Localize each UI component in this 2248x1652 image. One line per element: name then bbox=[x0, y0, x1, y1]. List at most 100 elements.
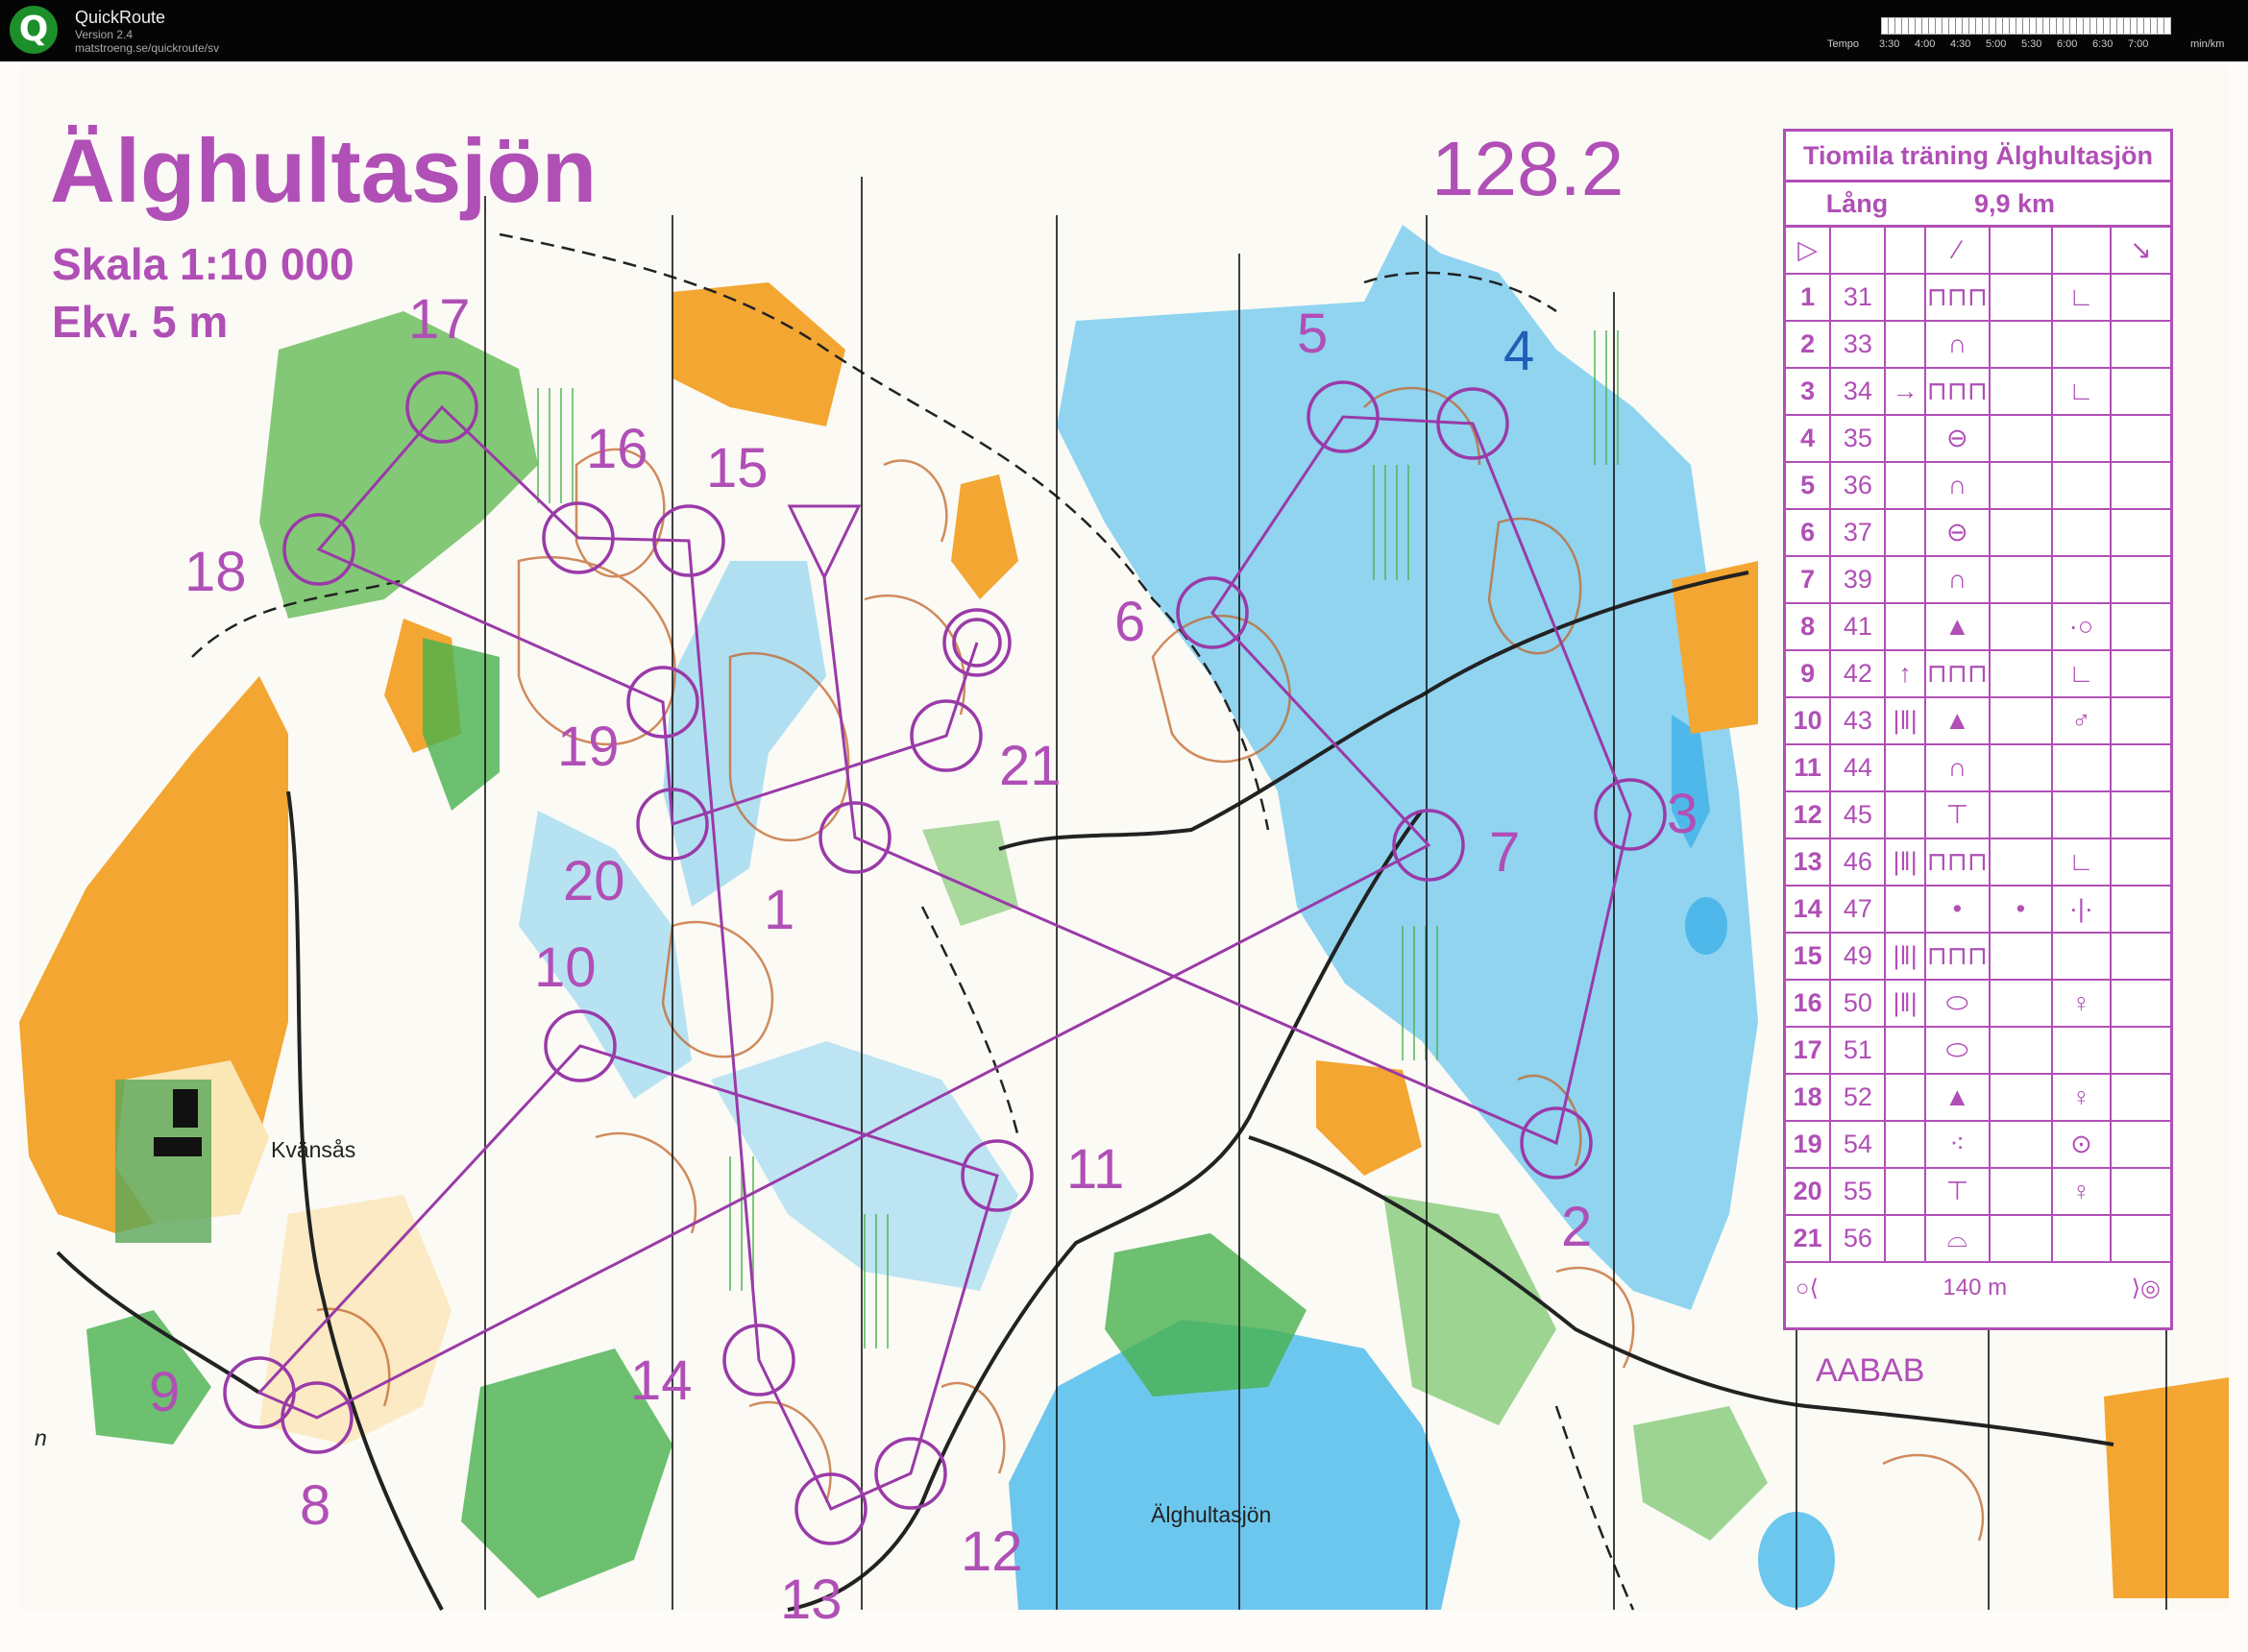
description-row: 4 35 ⊖ bbox=[1786, 416, 2170, 463]
description-cell-f: ⊤ bbox=[1926, 792, 1991, 838]
finish-distance: 140 m bbox=[1943, 1275, 2008, 1300]
description-cell-f: ⊖ bbox=[1926, 510, 1991, 555]
control-number-label: 4 bbox=[1503, 320, 1535, 382]
description-cell-h: ♀ bbox=[2053, 1169, 2112, 1214]
description-row: 5 36 ∩ bbox=[1786, 463, 2170, 510]
map-scale: Skala 1:10 000 bbox=[52, 239, 354, 289]
app-version: Version 2.4 bbox=[75, 28, 134, 41]
start-feature-icon: ⁄ bbox=[1926, 228, 1991, 273]
description-cell-h: ♀ bbox=[2053, 1075, 2112, 1120]
description-cell-c bbox=[1886, 604, 1926, 649]
description-cell-g bbox=[1991, 934, 2053, 979]
description-cell-h bbox=[2053, 463, 2112, 508]
tempo-tick: 6:00 bbox=[2057, 38, 2078, 50]
description-cell-g bbox=[1991, 839, 2053, 885]
description-cell-n: 16 bbox=[1786, 981, 1832, 1026]
control-number-label: 3 bbox=[1667, 783, 1698, 845]
description-cell-f: ⊤ bbox=[1926, 1169, 1991, 1214]
app-url[interactable]: matstroeng.se/quickroute/sv bbox=[75, 41, 219, 55]
description-cell-c bbox=[1886, 510, 1926, 555]
description-cell-h bbox=[2053, 557, 2112, 602]
description-cell-empty bbox=[2112, 1169, 2170, 1214]
description-cell-n: 20 bbox=[1786, 1169, 1832, 1214]
description-cell-c bbox=[1886, 416, 1926, 461]
description-cell-h: ♂ bbox=[2053, 698, 2112, 743]
description-cell-c: → bbox=[1886, 369, 1926, 414]
description-cell-n: 11 bbox=[1786, 745, 1832, 790]
place-name-aabab: AABAB bbox=[1816, 1352, 1925, 1389]
description-cell-empty bbox=[2112, 369, 2170, 414]
description-row: 18 52 ▲ ♀ bbox=[1786, 1075, 2170, 1122]
tempo-tick: 5:30 bbox=[2021, 38, 2042, 50]
tempo-label: Tempo bbox=[1827, 38, 1860, 50]
description-cell-empty bbox=[2112, 698, 2170, 743]
description-cell-empty bbox=[2112, 651, 2170, 696]
description-finish-row: ○⟨ 140 m ⟩◎ bbox=[1786, 1263, 2170, 1313]
description-cell-code: 39 bbox=[1831, 557, 1887, 602]
description-length: 9,9 km bbox=[1973, 189, 2056, 218]
description-cell-empty bbox=[2112, 1075, 2170, 1120]
control-number-label: 13 bbox=[780, 1568, 843, 1631]
description-row: 14 47 • • ·|· bbox=[1786, 887, 2170, 934]
app-title: QuickRoute bbox=[75, 8, 166, 27]
description-cell-code: 44 bbox=[1831, 745, 1887, 790]
description-row: 21 56 ⌓ bbox=[1786, 1216, 2170, 1263]
description-cell-f: ▲ bbox=[1926, 604, 1991, 649]
description-row: 1 31 ⊓⊓⊓ ∟ bbox=[1786, 275, 2170, 322]
tempo-tick: 5:00 bbox=[1986, 38, 2007, 50]
control-description-sheet: Tiomila träning Älghultasjön Lång 9,9 km… bbox=[1783, 129, 2173, 1330]
description-cell-c: |‖| bbox=[1886, 698, 1926, 743]
tempo-unit: min/km bbox=[2190, 38, 2225, 50]
control-number-label: 1 bbox=[764, 879, 795, 941]
description-cell-empty bbox=[2112, 981, 2170, 1026]
description-row: 6 37 ⊖ bbox=[1786, 510, 2170, 557]
description-cell-h bbox=[2053, 1028, 2112, 1073]
control-number-label: 10 bbox=[534, 936, 597, 999]
description-cell-n: 4 bbox=[1786, 416, 1832, 461]
description-cell-code: 49 bbox=[1831, 934, 1887, 979]
description-cell-g bbox=[1991, 322, 2053, 367]
control-number-label: 17 bbox=[408, 288, 471, 351]
orienteering-map[interactable]: Älghultasjön Skala 1:10 000 Ekv. 5 m 128… bbox=[0, 61, 2248, 1652]
control-number-label: 11 bbox=[1066, 1138, 1125, 1201]
description-cell-h: ·|· bbox=[2053, 887, 2112, 932]
description-cell-c bbox=[1886, 463, 1926, 508]
quickroute-logo-icon: Q bbox=[10, 6, 58, 54]
description-row: 20 55 ⊤ ♀ bbox=[1786, 1169, 2170, 1216]
description-cell-f: ⬭ bbox=[1926, 981, 1991, 1026]
description-cell-h bbox=[2053, 1216, 2112, 1261]
description-cell-c bbox=[1886, 745, 1926, 790]
description-cell-empty bbox=[2112, 416, 2170, 461]
description-cell-f: ∩ bbox=[1926, 745, 1991, 790]
description-cell-g bbox=[1991, 651, 2053, 696]
description-cell-empty bbox=[2112, 745, 2170, 790]
description-cell-empty bbox=[2112, 934, 2170, 979]
description-cell-code: 37 bbox=[1831, 510, 1887, 555]
description-cell-code: 36 bbox=[1831, 463, 1887, 508]
description-cell-code: 46 bbox=[1831, 839, 1887, 885]
description-cell-c bbox=[1886, 322, 1926, 367]
description-cell-code: 35 bbox=[1831, 416, 1887, 461]
description-cell-code: 41 bbox=[1831, 604, 1887, 649]
control-number-label: 14 bbox=[630, 1349, 693, 1412]
description-cell-n: 10 bbox=[1786, 698, 1832, 743]
map-number: 128.2 bbox=[1431, 126, 1625, 211]
place-name-kvansas: Kvänsås bbox=[271, 1137, 356, 1162]
description-cell-code: 42 bbox=[1831, 651, 1887, 696]
description-cell-h bbox=[2053, 322, 2112, 367]
description-cell-c bbox=[1886, 887, 1926, 932]
description-cell-f: ⊓⊓⊓ bbox=[1926, 651, 1991, 696]
tempo-tick: 4:30 bbox=[1950, 38, 1971, 50]
description-row: 10 43 |‖| ▲ ♂ bbox=[1786, 698, 2170, 745]
description-row: 7 39 ∩ bbox=[1786, 557, 2170, 604]
tempo-tick: 7:00 bbox=[2128, 38, 2149, 50]
finish-right-icon: ⟩◎ bbox=[2131, 1275, 2161, 1301]
description-cell-empty bbox=[2112, 792, 2170, 838]
description-cell-code: 56 bbox=[1831, 1216, 1887, 1261]
description-cell-h: ∟ bbox=[2053, 839, 2112, 885]
description-cell-c: |‖| bbox=[1886, 839, 1926, 885]
tempo-tick: 6:30 bbox=[2092, 38, 2114, 50]
description-start-row: ▷ ⁄ ↘ bbox=[1786, 228, 2170, 275]
description-cell-code: 43 bbox=[1831, 698, 1887, 743]
description-cell-h: ⊙ bbox=[2053, 1122, 2112, 1167]
